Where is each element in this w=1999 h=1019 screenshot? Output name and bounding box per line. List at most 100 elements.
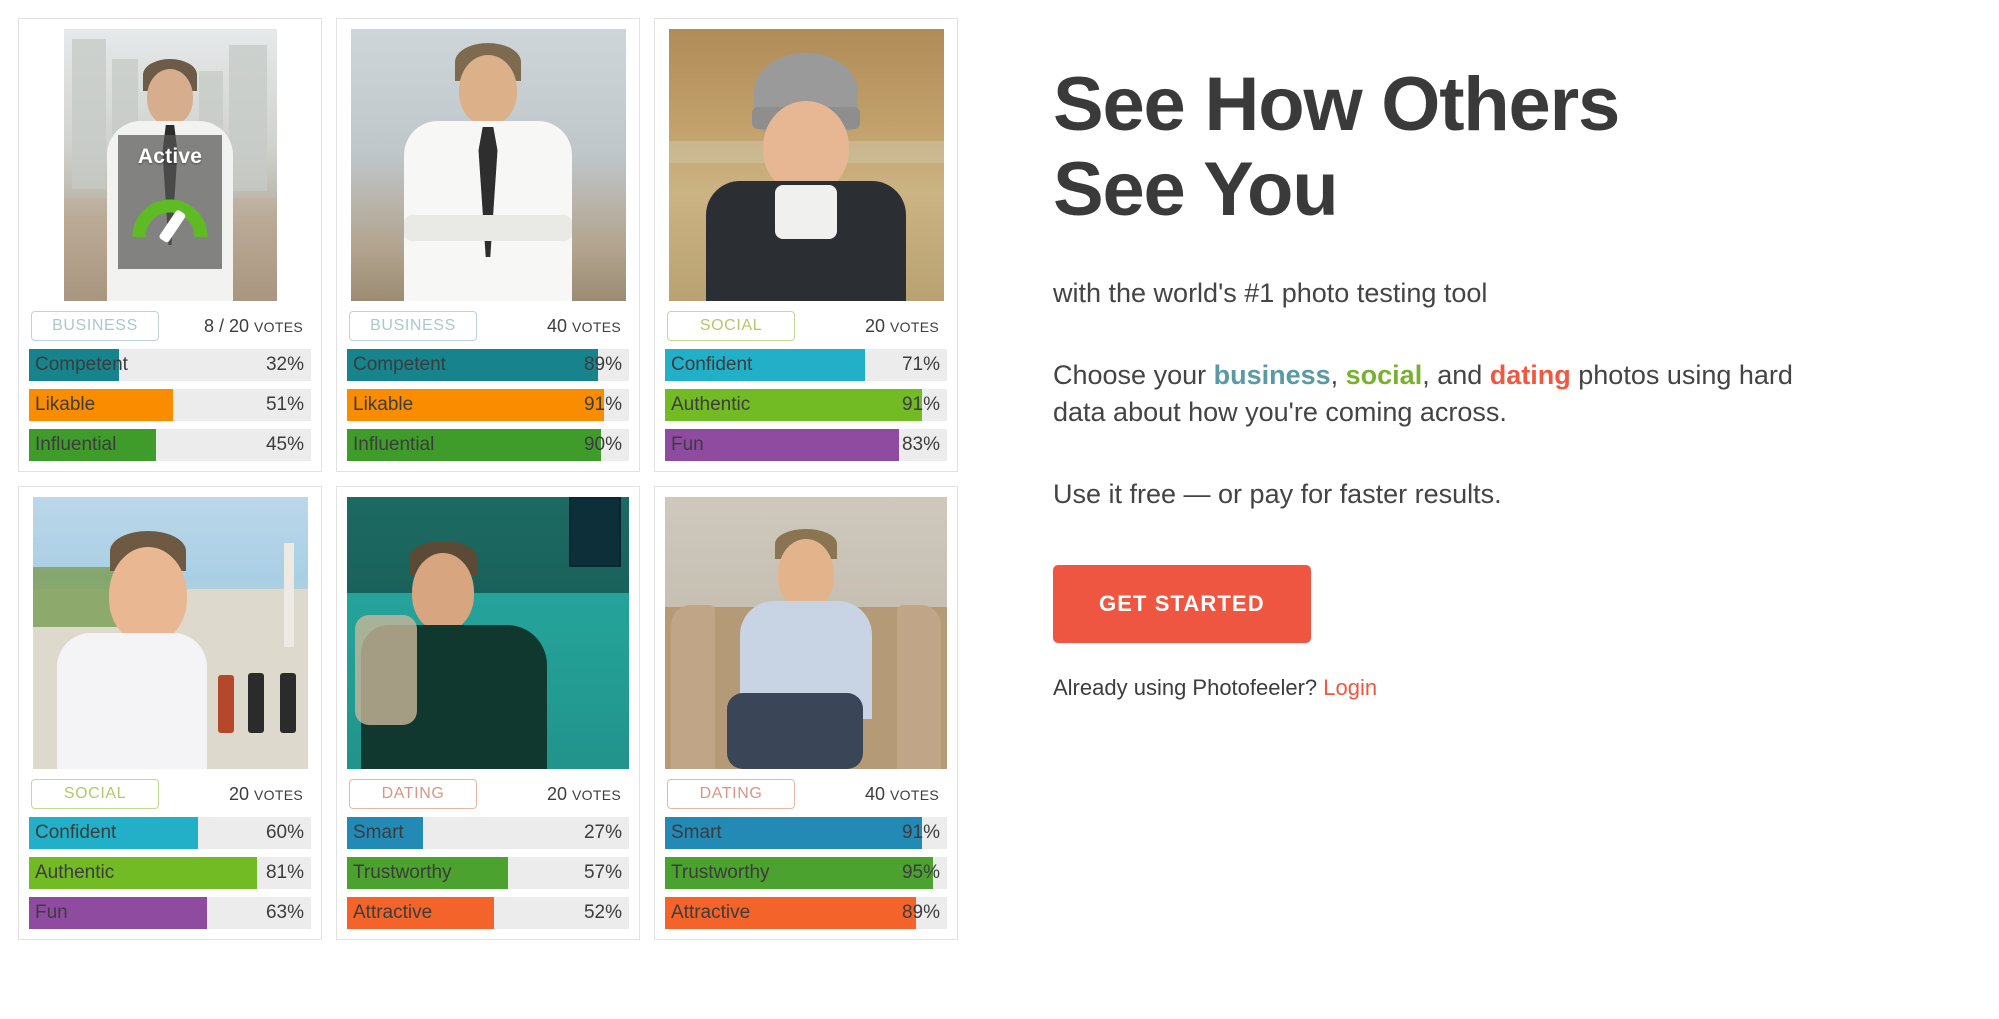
trait-value: 45% (265, 434, 304, 455)
card-meta-row: SOCIAL 20 VOTES (29, 769, 311, 817)
trait-name: Authentic (35, 862, 115, 883)
photo-result-card[interactable]: SOCIAL 20 VOTES Confident 71% Authentic … (654, 18, 958, 472)
trait-name: Fun (35, 902, 68, 923)
trait-bars: Confident 71% Authentic 91% Fun 83% (665, 349, 947, 463)
trait-name: Competent (35, 354, 128, 375)
trait-name: Attractive (671, 902, 751, 923)
trait-value: 90% (583, 434, 622, 455)
photo-thumbnail[interactable] (29, 497, 311, 769)
trait-name: Smart (671, 822, 722, 843)
trait-name: Attractive (353, 902, 433, 923)
trait-bar: Confident 71% (665, 349, 947, 381)
photo-thumbnail[interactable] (347, 497, 629, 769)
trait-name: Influential (35, 434, 117, 455)
trait-value: 27% (583, 822, 622, 843)
photo-status-overlay: Active (118, 135, 222, 269)
trait-name: Influential (353, 434, 435, 455)
trait-value: 57% (583, 862, 622, 883)
vote-count: 40 VOTES (864, 783, 939, 804)
trait-bar: Competent 32% (29, 349, 311, 381)
trait-name: Trustworthy (671, 862, 770, 883)
page-title: See How Others See You (1053, 62, 1893, 232)
trait-bar: Trustworthy 57% (347, 857, 629, 889)
page-title-line-1: See How Others (1053, 62, 1620, 147)
vote-count: 20 VOTES (228, 783, 303, 804)
trait-bar: Authentic 91% (665, 389, 947, 421)
trait-value: 32% (265, 354, 304, 375)
photo-result-card[interactable]: Active BUSINESS 8 / 20 VOTES Competent 3… (18, 18, 322, 472)
vote-count: 20 VOTES (546, 783, 621, 804)
trait-bars: Competent 89% Likable 91% Influential 90… (347, 349, 629, 463)
page-title-line-2: See You (1053, 147, 1339, 233)
category-badge: BUSINESS (31, 311, 159, 341)
card-meta-row: BUSINESS 8 / 20 VOTES (29, 301, 311, 349)
trait-bar: Attractive 52% (347, 897, 629, 929)
trait-name: Confident (671, 354, 753, 375)
login-prompt-row: Already using Photofeeler? Login (1053, 675, 1959, 701)
trait-value: 71% (901, 354, 940, 375)
photo-results-grid: Active BUSINESS 8 / 20 VOTES Competent 3… (18, 18, 985, 940)
keyword-business: business (1213, 360, 1331, 391)
trait-value: 89% (901, 902, 940, 923)
trait-bar: Influential 45% (29, 429, 311, 461)
card-meta-row: BUSINESS 40 VOTES (347, 301, 629, 349)
trait-bar: Competent 89% (347, 349, 629, 381)
trait-bar: Smart 91% (665, 817, 947, 849)
photo-result-card[interactable]: SOCIAL 20 VOTES Confident 60% Authentic … (18, 486, 322, 940)
trait-bars: Competent 32% Likable 51% Influential 45… (29, 349, 311, 463)
trait-bar: Fun 63% (29, 897, 311, 929)
category-badge: DATING (667, 779, 795, 809)
vote-count: 40 VOTES (546, 315, 621, 336)
trait-bar: Likable 91% (347, 389, 629, 421)
card-meta-row: DATING 40 VOTES (665, 769, 947, 817)
category-badge: SOCIAL (667, 311, 795, 341)
keyword-social: social (1345, 360, 1423, 391)
trait-value: 91% (901, 822, 940, 843)
trait-bar: Likable 51% (29, 389, 311, 421)
paragraph-text: Choose your (1053, 360, 1214, 391)
trait-bars: Confident 60% Authentic 81% Fun 63% (29, 817, 311, 931)
login-link[interactable]: Login (1323, 675, 1377, 700)
trait-value: 51% (265, 394, 304, 415)
trait-name: Trustworthy (353, 862, 452, 883)
photo-result-card[interactable]: DATING 20 VOTES Smart 27% Trustworthy 57… (336, 486, 640, 940)
trait-value: 83% (901, 434, 940, 455)
category-badge: DATING (349, 779, 477, 809)
trait-bar: Influential 90% (347, 429, 629, 461)
trait-name: Likable (353, 394, 414, 415)
hero-panel: See How Others See You with the world's … (985, 0, 1999, 701)
vote-count: 20 VOTES (864, 315, 939, 336)
photo-result-card[interactable]: DATING 40 VOTES Smart 91% Trustworthy 95… (654, 486, 958, 940)
photo-thumbnail[interactable]: Active (29, 29, 311, 301)
trait-value: 91% (901, 394, 940, 415)
trait-value: 81% (265, 862, 304, 883)
category-badge: SOCIAL (31, 779, 159, 809)
paragraph-separator: , (1330, 360, 1346, 391)
photo-thumbnail[interactable] (665, 29, 947, 301)
trait-value: 91% (583, 394, 622, 415)
trait-bars: Smart 27% Trustworthy 57% Attractive 52% (347, 817, 629, 931)
photo-thumbnail[interactable] (347, 29, 629, 301)
card-meta-row: SOCIAL 20 VOTES (665, 301, 947, 349)
trait-bar: Confident 60% (29, 817, 311, 849)
keyword-dating: dating (1489, 360, 1571, 391)
trait-name: Authentic (671, 394, 751, 415)
photo-result-card[interactable]: BUSINESS 40 VOTES Competent 89% Likable … (336, 18, 640, 472)
trait-bar: Attractive 89% (665, 897, 947, 929)
trait-value: 89% (583, 354, 622, 375)
trait-bars: Smart 91% Trustworthy 95% Attractive 89% (665, 817, 947, 931)
get-started-button[interactable]: GET STARTED (1053, 564, 1311, 643)
card-meta-row: DATING 20 VOTES (347, 769, 629, 817)
trait-value: 63% (265, 902, 304, 923)
trait-name: Likable (35, 394, 96, 415)
hero-subtitle: with the world's #1 photo testing tool (1053, 278, 1488, 309)
gauge-icon (131, 181, 209, 243)
photo-thumbnail[interactable] (665, 497, 947, 769)
landing-page: Active BUSINESS 8 / 20 VOTES Competent 3… (0, 0, 1999, 1019)
hero-paragraph-2: Use it free — or pay for faster results. (1053, 479, 1502, 510)
trait-value: 60% (265, 822, 304, 843)
trait-bar: Fun 83% (665, 429, 947, 461)
trait-bar: Smart 27% (347, 817, 629, 849)
trait-name: Fun (671, 434, 704, 455)
trait-bar: Authentic 81% (29, 857, 311, 889)
